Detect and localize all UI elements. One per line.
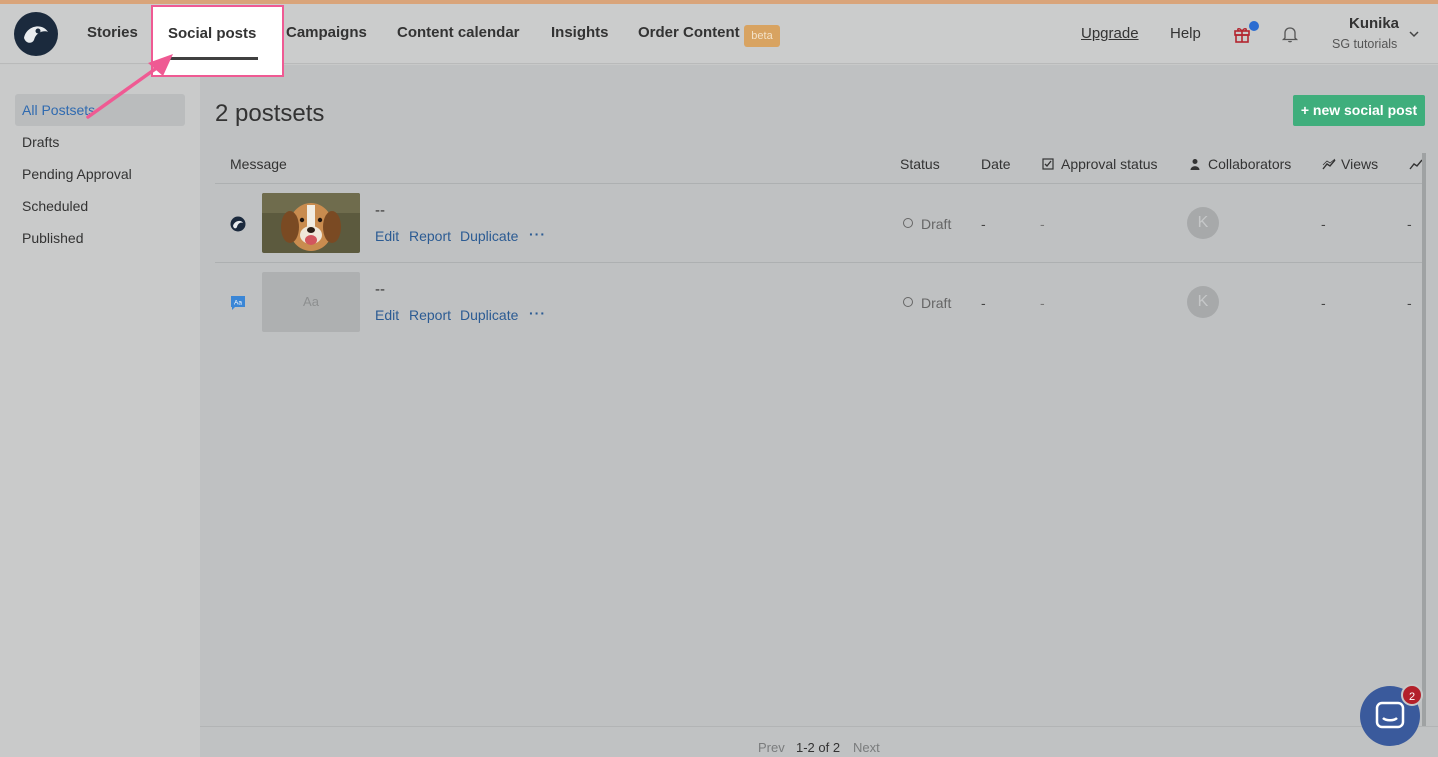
- sidebar: All Postsets Drafts Pending Approval Sch…: [0, 65, 200, 757]
- app-logo[interactable]: [14, 12, 58, 56]
- views-value: -: [1321, 216, 1326, 232]
- help-link[interactable]: Help: [1170, 25, 1201, 42]
- page-title: 2 postsets: [215, 100, 325, 127]
- beta-badge: beta: [744, 25, 780, 47]
- nav-insights[interactable]: Insights: [551, 24, 609, 41]
- next-page-button[interactable]: Next: [853, 740, 880, 755]
- date-value: -: [981, 216, 986, 232]
- post-message: --: [375, 202, 385, 219]
- column-header-collaborators[interactable]: Collaborators: [1208, 156, 1291, 172]
- status-value: Draft: [921, 216, 952, 232]
- bell-icon[interactable]: [1281, 25, 1299, 43]
- main-content: 2 postsets + new social post Message Sta…: [200, 65, 1438, 757]
- notification-dot: [1249, 21, 1259, 31]
- sidebar-item-scheduled[interactable]: Scheduled: [22, 198, 88, 214]
- row-divider: [215, 262, 1423, 263]
- header-divider: [215, 183, 1423, 184]
- horizontal-scrollbar[interactable]: [1422, 153, 1426, 753]
- sidebar-item-drafts[interactable]: Drafts: [22, 134, 59, 150]
- checkbox-icon: [1042, 158, 1054, 170]
- edit-link[interactable]: Edit: [375, 307, 399, 323]
- duplicate-link[interactable]: Duplicate: [460, 307, 518, 323]
- column-header-approval-status[interactable]: Approval status: [1061, 156, 1158, 172]
- user-org[interactable]: SG tutorials: [1332, 37, 1397, 51]
- sidebar-item-published[interactable]: Published: [22, 230, 84, 246]
- more-options-button[interactable]: ···: [529, 305, 546, 321]
- extra-value: -: [1407, 295, 1412, 311]
- draft-status-icon: [903, 218, 913, 228]
- column-header-date[interactable]: Date: [981, 156, 1011, 172]
- avatar[interactable]: K: [1187, 286, 1219, 318]
- views-value: -: [1321, 295, 1326, 311]
- upgrade-link[interactable]: Upgrade: [1081, 25, 1139, 42]
- logo-icon: [16, 14, 56, 54]
- dog-photo: [262, 193, 360, 253]
- nav-campaigns[interactable]: Campaigns: [286, 24, 367, 41]
- extra-value: -: [1407, 216, 1412, 232]
- svg-text:Aa: Aa: [234, 300, 242, 307]
- sidebar-item-pending-approval[interactable]: Pending Approval: [22, 166, 132, 182]
- report-link[interactable]: Report: [409, 307, 451, 323]
- chevron-down-icon[interactable]: [1408, 28, 1420, 40]
- column-header-message[interactable]: Message: [230, 156, 287, 172]
- text-post-icon: Aa: [231, 296, 245, 310]
- nav-social-posts[interactable]: Social posts: [151, 5, 284, 77]
- user-name[interactable]: Kunika: [1349, 15, 1399, 32]
- dog-photo-thumbnail[interactable]: [262, 193, 360, 253]
- avatar[interactable]: K: [1187, 207, 1219, 239]
- status-value: Draft: [921, 295, 952, 311]
- approval-value: -: [1040, 216, 1045, 232]
- more-options-button[interactable]: ···: [529, 226, 546, 242]
- column-header-status[interactable]: Status: [900, 156, 940, 172]
- chat-unread-badge: 2: [1401, 684, 1423, 706]
- duplicate-link[interactable]: Duplicate: [460, 228, 518, 244]
- nav-stories[interactable]: Stories: [87, 24, 138, 41]
- report-link[interactable]: Report: [409, 228, 451, 244]
- post-message: --: [375, 281, 385, 298]
- nav-social-posts-label: Social posts: [168, 25, 257, 42]
- sidebar-item-all-postsets[interactable]: All Postsets: [22, 102, 95, 118]
- active-tab-underline: [169, 57, 258, 60]
- prev-page-button[interactable]: Prev: [758, 740, 785, 755]
- date-value: -: [981, 295, 986, 311]
- approval-value: -: [1040, 295, 1045, 311]
- storygrid-logo-icon: [230, 216, 246, 232]
- trend-icon: [1322, 158, 1336, 170]
- nav-content-calendar[interactable]: Content calendar: [397, 24, 520, 41]
- draft-status-icon: [903, 297, 913, 307]
- trend-icon: [1409, 159, 1423, 170]
- page-range: 1-2 of 2: [796, 740, 841, 755]
- column-header-views[interactable]: Views: [1341, 156, 1378, 172]
- person-icon: [1190, 159, 1200, 170]
- pagination: Prev 1-2 of 2 Next: [200, 726, 1438, 757]
- edit-link[interactable]: Edit: [375, 228, 399, 244]
- text-thumbnail[interactable]: Aa: [262, 272, 360, 332]
- new-social-post-button[interactable]: + new social post: [1293, 95, 1425, 126]
- nav-order-content[interactable]: Order Content: [638, 24, 740, 41]
